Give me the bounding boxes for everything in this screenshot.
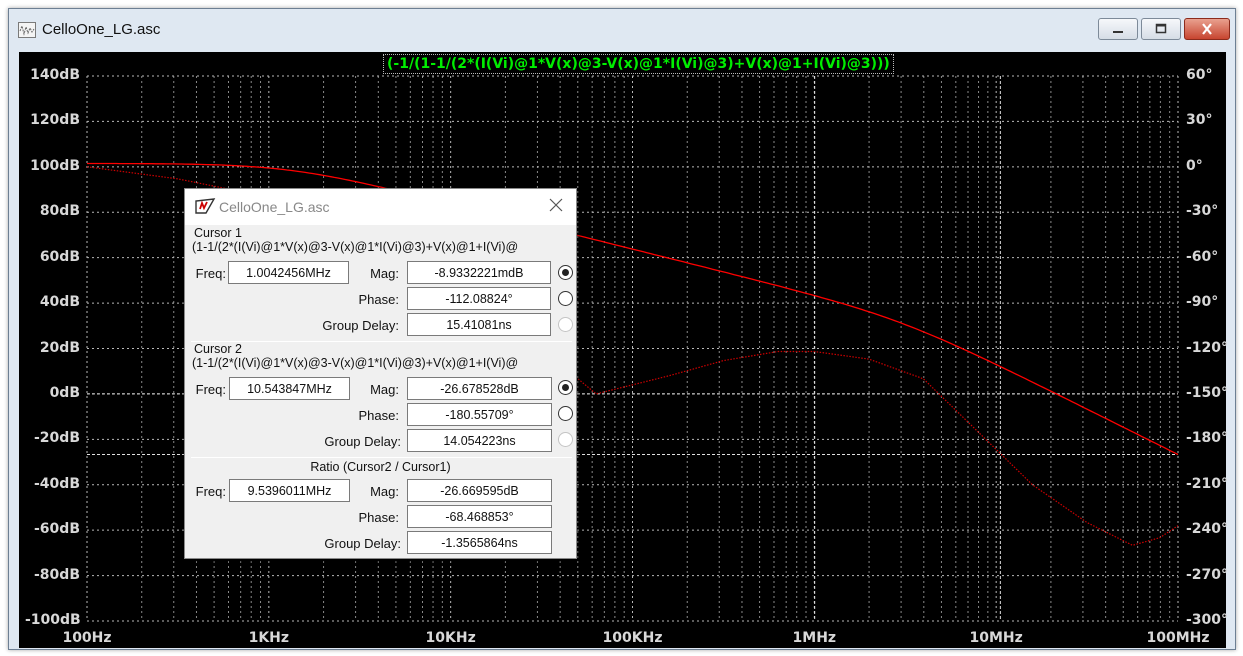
minimize-button[interactable] [1098,18,1138,40]
ratio-group-delay-field[interactable]: -1.3565864ns [407,531,552,554]
cursor2-freq-field[interactable]: 10.543847MHz [229,377,350,400]
cursor2-phase-field[interactable]: -180.55709° [407,403,552,426]
ltspice-logo-icon [194,197,216,215]
ratio-mag-label: Mag: [370,484,399,499]
left-axis-tick-label: 80dB [39,203,80,220]
ratio-label: Ratio (Cursor2 / Cursor1) [310,460,451,474]
cursor2-expression: (1-1/(2*(I(Vi)@1*V(x)@3-V(x)@1*I(Vi)@3)+… [192,356,519,370]
cursor1-freq-label: Freq: [195,266,226,281]
cursor1-group-delay-label: Group Delay: [322,318,399,333]
cursor1-expression: (1-1/(2*(I(Vi)@1*V(x)@3-V(x)@1*I(Vi)@3)+… [192,240,519,254]
dialog-title: CelloOne_LG.asc [219,199,330,215]
right-axis-tick-label: -240° [1186,521,1229,538]
window-title: CelloOne_LG.asc [42,21,161,38]
cursor2-group-delay-label: Group Delay: [324,434,401,449]
left-axis-tick-label: 40dB [39,294,80,311]
right-axis-tick-label: -90° [1186,294,1219,311]
left-axis-tick-label: 0dB [49,384,80,401]
left-axis-tick-label: 140dB [30,67,80,83]
right-axis-tick-label: -120° [1186,339,1229,356]
x-axis-tick-label: 100Hz [62,630,112,646]
maximize-button[interactable] [1141,18,1181,40]
dialog-close-icon[interactable] [548,197,564,213]
left-axis-tick-label: 100dB [30,157,80,174]
cursor2-label: Cursor 2 [194,342,242,356]
section-divider [191,341,572,342]
right-axis-tick-label: 0° [1186,157,1203,174]
ratio-freq-field[interactable]: 9.5396011MHz [229,479,350,502]
cursor2-group-delay-radio[interactable] [558,432,573,447]
close-icon [1202,23,1212,35]
cursor2-phase-label: Phase: [358,408,399,423]
cursor1-mag-label: Mag: [370,266,399,281]
cursor2-freq-label: Freq: [195,382,226,397]
window-titlebar[interactable]: CelloOne_LG.asc [9,9,1235,51]
right-axis-tick-label: -60° [1186,248,1219,265]
right-axis-tick-label: -270° [1186,566,1229,583]
cursor1-mag-radio[interactable] [558,265,573,280]
maximize-icon [1155,23,1167,34]
ratio-group-delay-label: Group Delay: [324,536,401,551]
x-axis-tick-label: 1KHz [248,630,290,646]
right-axis-tick-label: -210° [1186,475,1229,492]
cursor2-phase-radio[interactable] [558,406,573,421]
ratio-phase-label: Phase: [358,510,399,525]
minimize-icon [1113,31,1123,33]
left-axis-tick-label: -80dB [34,566,80,583]
left-axis-tick-label: -40dB [34,475,80,492]
trace-expression[interactable]: (-1/(1-1/(2*(I(Vi)@1*V(x)@3-V(x)@1*I(Vi)… [383,54,894,74]
close-button[interactable] [1184,18,1230,40]
x-axis-tick-label: 100KHz [602,630,663,646]
x-axis-tick-label: 10KHz [425,630,476,646]
x-axis-tick-label: 100MHz [1146,630,1210,646]
cursor1-group-delay-field[interactable]: 15.41081ns [407,313,551,336]
right-axis-tick-label: -300° [1186,612,1229,628]
cursor1-label: Cursor 1 [194,226,242,240]
cursor-dialog: CelloOne_LG.asc Cursor 1 (1-1/(2*(I(Vi)@… [184,188,577,559]
section-divider [191,457,572,458]
right-axis-tick-label: -30° [1186,203,1219,220]
left-axis-tick-label: -20dB [34,430,80,447]
right-axis-tick-label: 60° [1186,67,1213,83]
cursor1-phase-field[interactable]: -112.08824° [407,287,551,310]
right-axis-tick-label: -150° [1186,384,1229,401]
cursor1-phase-label: Phase: [358,292,399,307]
ratio-phase-field[interactable]: -68.468853° [407,505,552,528]
left-axis-tick-label: 60dB [39,248,80,265]
cursor2-mag-radio[interactable] [558,380,573,395]
cursor1-phase-radio[interactable] [558,291,573,306]
cursor2-mag-label: Mag: [370,382,399,397]
x-axis-tick-label: 10MHz [969,630,1023,646]
right-axis-tick-label: 30° [1186,112,1213,129]
left-axis-tick-label: 120dB [30,112,80,129]
ratio-mag-field[interactable]: -26.669595dB [407,479,552,502]
left-axis-tick-label: 20dB [39,339,80,356]
cursor1-group-delay-radio[interactable] [558,317,573,332]
cursor2-mag-field[interactable]: -26.678528dB [407,377,552,400]
waveform-app-icon [18,22,36,38]
left-axis-tick-label: -100dB [25,612,81,628]
dialog-titlebar[interactable]: CelloOne_LG.asc [185,189,576,225]
ratio-freq-label: Freq: [195,484,226,499]
right-axis-tick-label: -180° [1186,430,1229,447]
cursor1-freq-field[interactable]: 1.0042456MHz [228,261,349,284]
left-axis-tick-label: -60dB [34,521,80,538]
x-axis-tick-label: 1MHz [792,630,837,646]
cursor2-group-delay-field[interactable]: 14.054223ns [407,429,552,452]
cursor1-mag-field[interactable]: -8.9332221mdB [407,261,551,284]
